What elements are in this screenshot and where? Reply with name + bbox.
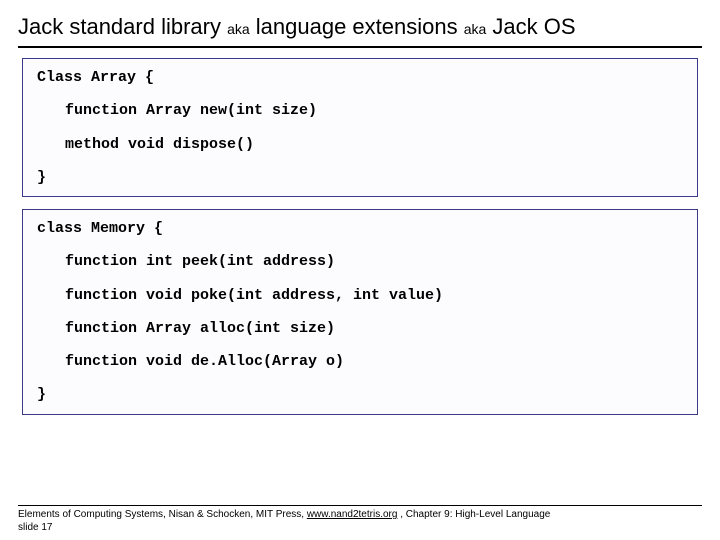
blank-line — [37, 370, 683, 386]
code-line: function Array new(int size) — [37, 102, 683, 119]
blank-line — [37, 86, 683, 102]
code-line: Class Array { — [37, 69, 683, 86]
blank-line — [37, 153, 683, 169]
code-box-memory: class Memory { function int peek(int add… — [22, 209, 698, 415]
footer-text-after: , Chapter 9: High-Level Language — [397, 509, 550, 520]
code-line: } — [37, 386, 683, 403]
footer-rule — [18, 505, 702, 506]
blank-line — [37, 120, 683, 136]
code-box-array: Class Array { function Array new(int siz… — [22, 58, 698, 197]
code-line: } — [37, 169, 683, 186]
code-line: function Array alloc(int size) — [37, 320, 683, 337]
code-line: function int peek(int address) — [37, 253, 683, 270]
code-line: class Memory { — [37, 220, 683, 237]
footer-slide-number: slide 17 — [18, 522, 52, 533]
code-line: method void dispose() — [37, 136, 683, 153]
title-part1: Jack standard library — [18, 14, 227, 39]
code-line: function void de.Alloc(Array o) — [37, 353, 683, 370]
slide-title: Jack standard library aka language exten… — [18, 14, 702, 40]
blank-line — [37, 337, 683, 353]
slide: Jack standard library aka language exten… — [0, 0, 720, 540]
title-rule — [18, 46, 702, 48]
blank-line — [37, 237, 683, 253]
blank-line — [37, 271, 683, 287]
blank-line — [37, 304, 683, 320]
title-part2: language extensions — [250, 14, 464, 39]
title-part3: Jack OS — [486, 14, 575, 39]
footer: Elements of Computing Systems, Nisan & S… — [18, 509, 702, 534]
code-line: function void poke(int address, int valu… — [37, 287, 683, 304]
title-aka-2: aka — [464, 21, 487, 37]
footer-link[interactable]: www.nand2tetris.org — [307, 509, 398, 520]
footer-text-before: Elements of Computing Systems, Nisan & S… — [18, 509, 307, 520]
title-aka-1: aka — [227, 21, 250, 37]
